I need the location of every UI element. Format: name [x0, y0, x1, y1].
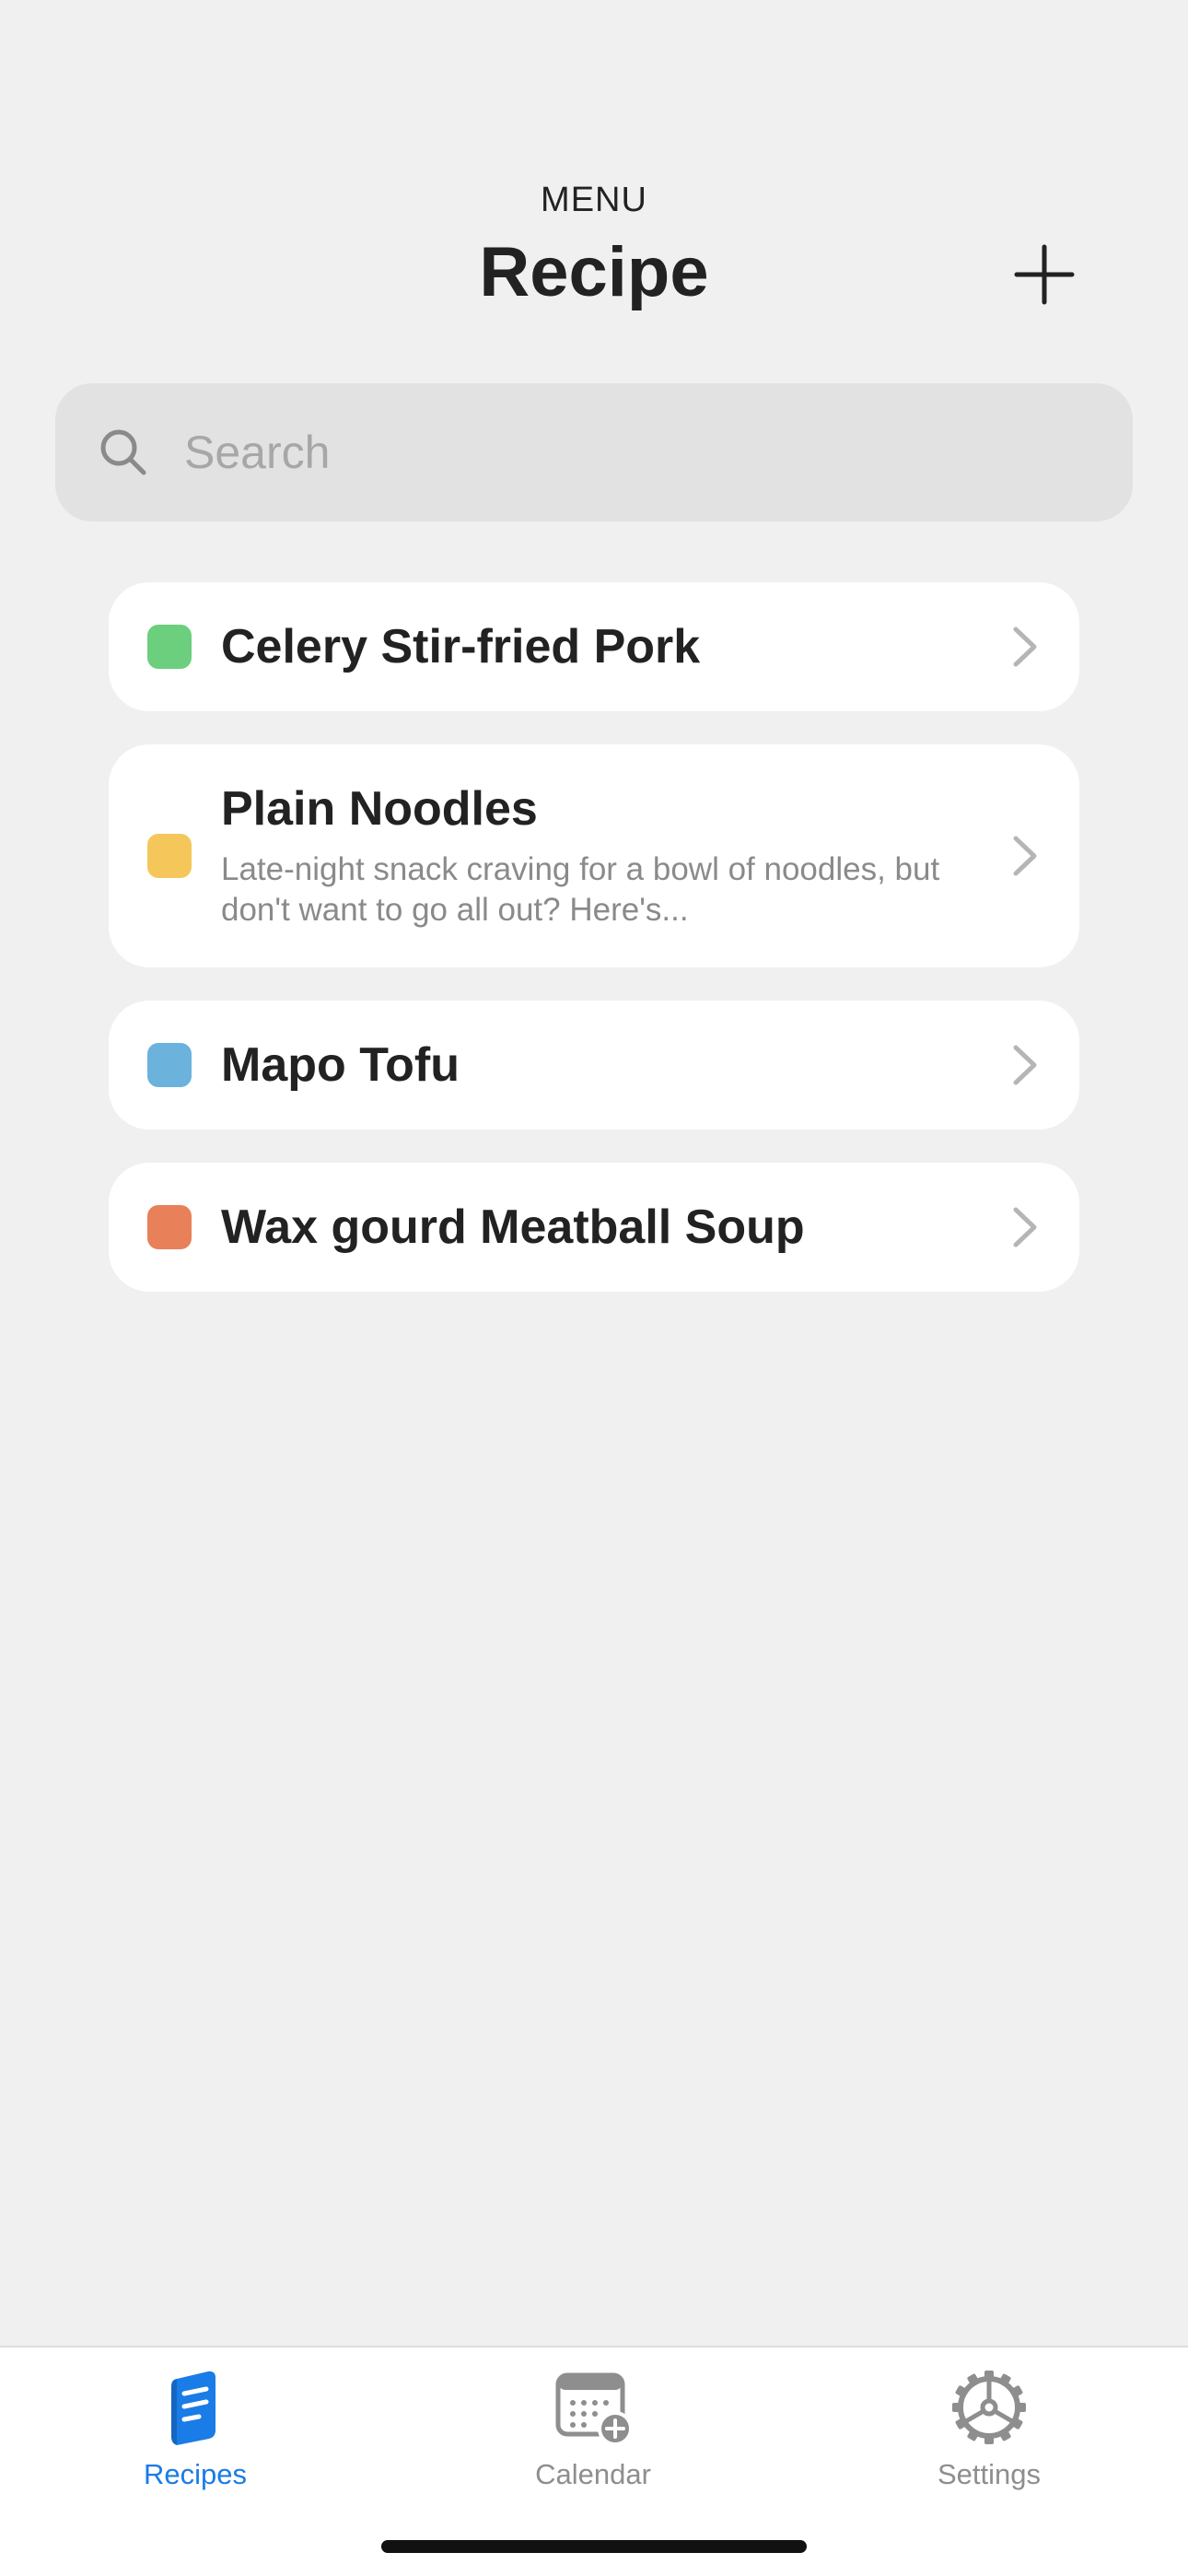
recipe-text: Plain Noodles Late-night snack craving f…	[221, 781, 985, 931]
chevron-right-icon	[1011, 1205, 1039, 1249]
recipe-list: Celery Stir-fried Pork Plain Noodles Lat…	[109, 582, 1079, 1325]
gear-icon	[952, 2371, 1026, 2444]
home-indicator	[381, 2540, 807, 2553]
recipe-title: Mapo Tofu	[221, 1038, 460, 1092]
chevron-right-icon	[1011, 1043, 1039, 1087]
plus-icon	[1014, 244, 1075, 305]
recipe-item-plain-noodles[interactable]: Plain Noodles Late-night snack craving f…	[109, 744, 1079, 967]
recipe-screen: MENU Recipe Celery Stir-fried Pork	[0, 0, 1188, 2576]
header: MENU Recipe	[0, 0, 1188, 350]
tab-calendar[interactable]: Calendar	[455, 2366, 731, 2504]
recipe-description: Late-night snack craving for a bowl of n…	[221, 851, 940, 928]
recipe-item-celery-stir-fried-pork[interactable]: Celery Stir-fried Pork	[109, 582, 1079, 711]
recipe-title: Plain Noodles	[221, 782, 538, 836]
search-bar[interactable]	[55, 383, 1133, 521]
book-icon	[171, 2371, 215, 2445]
add-recipe-button[interactable]	[1011, 241, 1077, 308]
tab-label: Recipes	[144, 2458, 247, 2490]
tab-label: Settings	[937, 2458, 1041, 2490]
recipe-color-swatch	[147, 1043, 192, 1087]
tab-settings[interactable]: Settings	[851, 2366, 1127, 2504]
recipe-text: Wax gourd Meatball Soup	[221, 1200, 985, 1255]
chevron-right-icon	[1011, 834, 1039, 878]
calendar-add-icon	[555, 2372, 633, 2446]
recipe-color-swatch	[147, 1205, 192, 1249]
recipe-color-swatch	[147, 834, 192, 878]
tab-label: Calendar	[535, 2458, 651, 2490]
recipe-text: Mapo Tofu	[221, 1037, 985, 1093]
tab-recipes[interactable]: Recipes	[57, 2366, 333, 2504]
search-input[interactable]	[184, 406, 1087, 498]
recipe-color-swatch	[147, 625, 192, 669]
recipe-text: Celery Stir-fried Pork	[221, 619, 985, 674]
search-icon	[96, 425, 151, 480]
chevron-right-icon	[1011, 625, 1039, 669]
recipe-item-wax-gourd-meatball-soup[interactable]: Wax gourd Meatball Soup	[109, 1163, 1079, 1292]
header-eyebrow: MENU	[541, 181, 647, 219]
recipe-title: Celery Stir-fried Pork	[221, 620, 701, 673]
page-title: Recipe	[479, 233, 709, 311]
recipe-item-mapo-tofu[interactable]: Mapo Tofu	[109, 1001, 1079, 1130]
recipe-title: Wax gourd Meatball Soup	[221, 1200, 805, 1254]
